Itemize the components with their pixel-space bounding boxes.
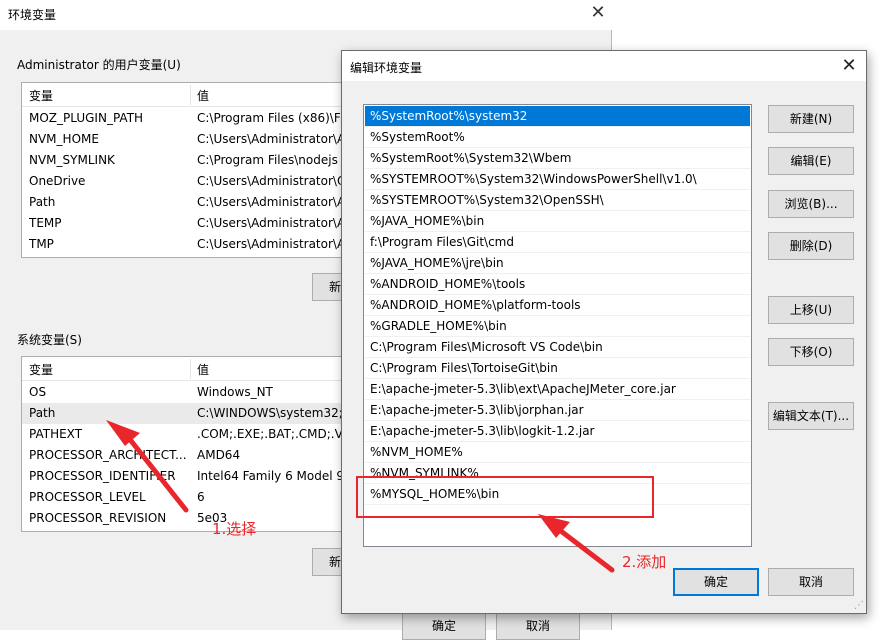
annotation-step2-label: 2.添加 bbox=[622, 553, 667, 571]
annotation-arrows bbox=[106, 420, 615, 573]
arrow-step2 bbox=[538, 514, 615, 573]
annotation-step1-label: 1.选择 bbox=[212, 520, 257, 538]
arrow-step1 bbox=[106, 420, 189, 513]
